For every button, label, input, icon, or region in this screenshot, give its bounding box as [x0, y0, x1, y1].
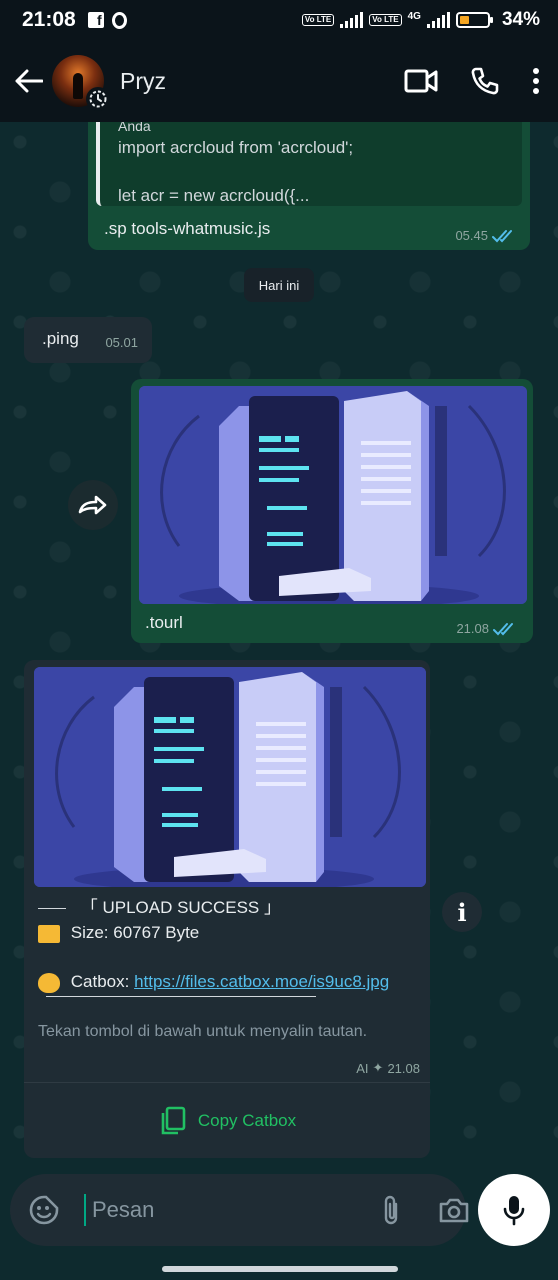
message-time: 05.01 [105, 335, 138, 350]
signal-icon [340, 12, 364, 28]
back-button[interactable] [14, 66, 44, 96]
signal-icon-2 [426, 12, 450, 28]
server-illustration-image[interactable] [34, 667, 426, 887]
status-time: 21:08 [22, 8, 76, 31]
forward-icon [78, 495, 107, 515]
message-text: .tourl [145, 613, 183, 632]
message-time: 05.45 [455, 228, 488, 243]
arrow-left-icon [15, 69, 43, 93]
read-ticks-icon [492, 229, 512, 242]
status-bar: 21:08 f Vo LTE Vo LTE 4G 34% [0, 0, 558, 40]
folder-icon [38, 924, 60, 943]
catbox-link[interactable]: https://files.catbox.moe/is9uc8.jpg [134, 972, 389, 991]
ai-label: AI [356, 1060, 369, 1076]
message-text: .ping [42, 329, 79, 348]
size-label: Size: 60767 Byte [70, 923, 200, 942]
quoted-author: Anda [118, 122, 151, 134]
more-vertical-icon [533, 68, 539, 94]
message-input[interactable] [84, 1194, 380, 1226]
opera-icon [111, 11, 127, 29]
message-bubble-incoming[interactable]: .ping 05.01 [24, 317, 152, 363]
microphone-icon [503, 1196, 525, 1226]
upload-title: 「 UPLOAD SUCCESS 」 [80, 898, 281, 917]
upload-text-block: 「 UPLOAD SUCCESS 」 Size: 60767 Byte Catb… [38, 895, 389, 1041]
message-time: 21.08 [456, 621, 489, 636]
message-time: 21.08 [387, 1060, 420, 1076]
battery-fill [459, 16, 469, 24]
network-type: 4G [407, 11, 421, 22]
date-separator: Hari ini [244, 268, 314, 302]
quoted-message[interactable]: Anda import acrcloud from 'acrcloud'; le… [96, 122, 522, 206]
status-ring-icon [86, 87, 110, 111]
cat-icon [38, 972, 60, 993]
voice-call-button[interactable] [470, 66, 500, 96]
copy-hint: Tekan tombol di bawah untuk menyalin tau… [38, 1023, 368, 1040]
chat-header: Pryz [0, 40, 558, 122]
camera-icon [439, 1198, 469, 1223]
avatar[interactable] [52, 55, 110, 111]
ai-sparkle-icon: ✦ [372, 1060, 384, 1075]
video-call-button[interactable] [404, 68, 438, 94]
video-camera-icon [404, 69, 438, 93]
paperclip-icon [384, 1195, 398, 1225]
more-options-button[interactable] [532, 67, 540, 95]
server-illustration-image[interactable] [139, 386, 527, 604]
message-bubble-outgoing[interactable]: Anda import acrcloud from 'acrcloud'; le… [88, 122, 530, 250]
camera-button[interactable] [438, 1196, 470, 1224]
battery-percent: 34% [501, 9, 540, 30]
catbox-label: Catbox: [70, 972, 130, 991]
attach-button[interactable] [380, 1194, 402, 1226]
sim1-volte-badge: Vo LTE [301, 14, 335, 26]
info-button[interactable]: i [442, 892, 482, 932]
message-text: .sp tools-whatmusic.js [104, 219, 271, 238]
battery-icon [455, 12, 493, 28]
voice-message-button[interactable] [478, 1174, 550, 1246]
copy-catbox-button[interactable]: Copy Catbox [24, 1082, 430, 1158]
quoted-line: import acrcloud from 'acrcloud'; [118, 138, 354, 157]
facebook-icon: f [87, 12, 104, 28]
message-input-container[interactable] [10, 1174, 469, 1246]
sticker-button[interactable] [28, 1194, 60, 1226]
copy-button-label: Copy Catbox [197, 1110, 297, 1130]
sticker-icon [29, 1195, 59, 1225]
phone-icon [471, 67, 499, 95]
forward-button[interactable] [68, 480, 118, 530]
chat-area[interactable]: Anda import acrcloud from 'acrcloud'; le… [0, 122, 558, 1158]
message-bubble-incoming[interactable]: 「 UPLOAD SUCCESS 」 Size: 60767 Byte Catb… [24, 660, 430, 1158]
input-bar [0, 1158, 558, 1280]
read-ticks-icon [493, 622, 513, 635]
sim2-volte-badge: Vo LTE [369, 14, 402, 26]
quoted-line: let acr = new acrcloud({... [118, 186, 310, 205]
copy-icon [161, 1106, 186, 1134]
home-indicator[interactable] [162, 1266, 398, 1272]
contact-name[interactable]: Pryz [120, 68, 404, 95]
info-icon: i [457, 897, 467, 927]
message-bubble-outgoing[interactable]: .tourl 21.08 [131, 379, 533, 643]
